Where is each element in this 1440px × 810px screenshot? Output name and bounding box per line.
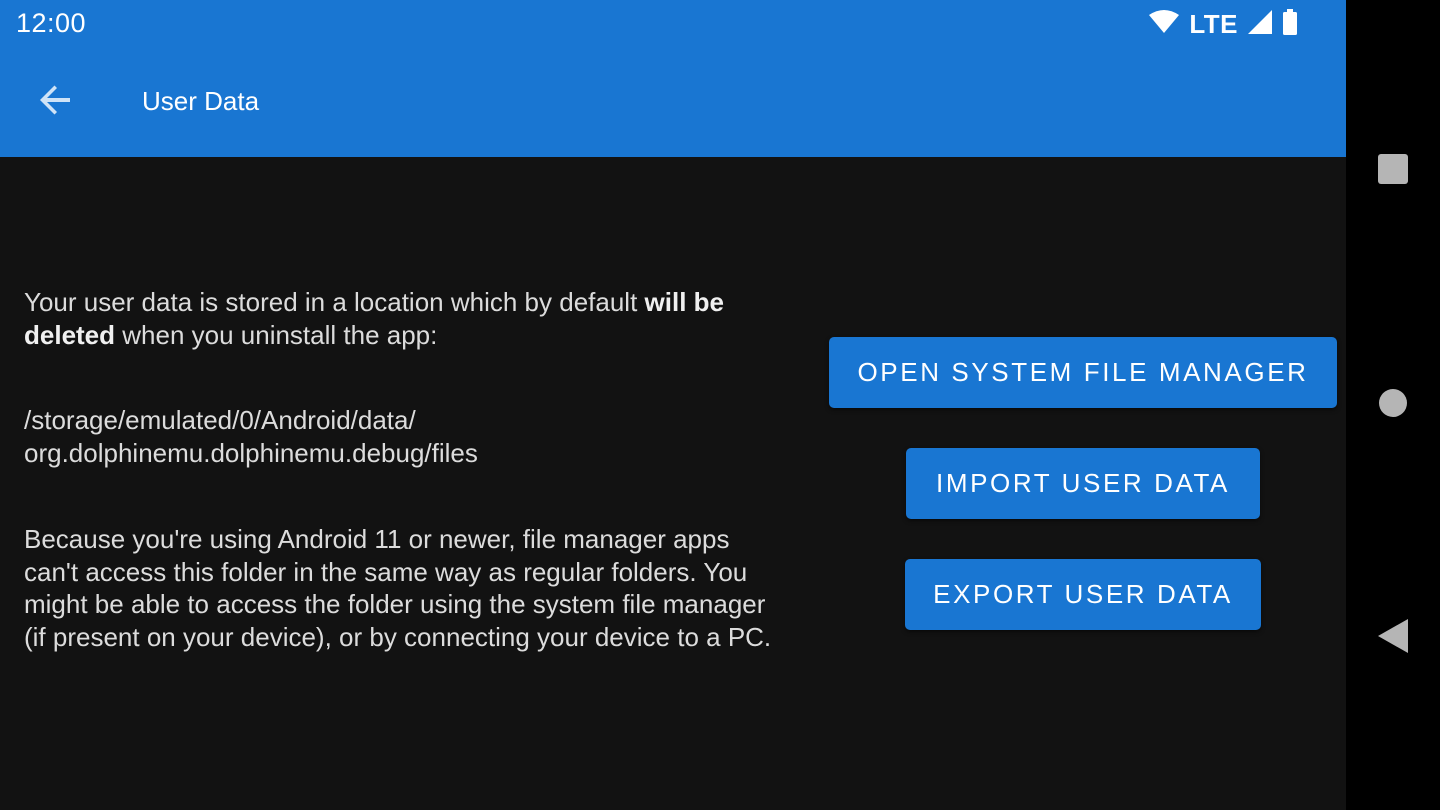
export-user-data-button[interactable]: EXPORT USER DATA xyxy=(905,559,1261,630)
status-time: 12:00 xyxy=(16,8,87,38)
cellular-signal-icon xyxy=(1248,9,1272,39)
network-type: LTE xyxy=(1189,8,1238,39)
wifi-icon xyxy=(1149,9,1180,39)
back-icon xyxy=(1378,618,1408,658)
storage-path-line1: /storage/emulated/0/Android/data/ xyxy=(24,405,416,435)
storage-path-line2: org.dolphinemu.dolphinemu.debug/files xyxy=(24,437,478,468)
android11-note: Because you're using Android 11 or newer… xyxy=(24,524,772,652)
status-icons: LTE xyxy=(1149,8,1298,40)
import-user-data-button[interactable]: IMPORT USER DATA xyxy=(906,448,1260,519)
app-bar: 12:00 LTE User Data xyxy=(0,0,1346,157)
storage-intro-text: Your user data is stored in a location w… xyxy=(24,287,724,350)
open-system-file-manager-button[interactable]: OPEN SYSTEM FILE MANAGER xyxy=(829,337,1337,408)
arrow-back-icon xyxy=(38,82,74,123)
screen: 12:00 LTE User Data Your user data is st… xyxy=(0,0,1346,810)
recent-apps-button[interactable] xyxy=(1368,146,1418,196)
recent-apps-icon xyxy=(1378,153,1408,189)
storage-path: /storage/emulated/0/Android/data/org.dol… xyxy=(24,404,784,469)
home-icon xyxy=(1378,388,1408,423)
page-title: User Data xyxy=(142,86,260,116)
back-button[interactable] xyxy=(32,78,80,126)
home-button[interactable] xyxy=(1368,380,1418,430)
nav-back-button[interactable] xyxy=(1368,613,1418,663)
battery-icon xyxy=(1282,8,1298,40)
navigation-bar xyxy=(1346,0,1440,810)
